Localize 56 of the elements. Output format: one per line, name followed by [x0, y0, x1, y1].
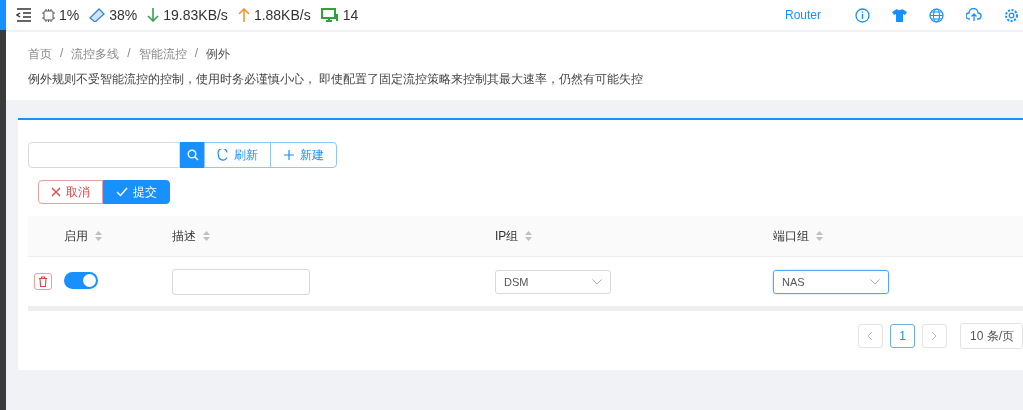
down-arrow-icon: [147, 8, 160, 22]
breadcrumb-item[interactable]: 流控多线: [71, 46, 120, 63]
stat-value: 1%: [59, 7, 80, 23]
breadcrumb-item: 例外: [206, 46, 231, 63]
chip-icon: [42, 8, 55, 22]
checkmark-icon: [116, 187, 128, 197]
globe-icon[interactable]: [929, 7, 944, 23]
column-header[interactable]: IP组: [495, 227, 519, 245]
breadcrumb-item[interactable]: 智能流控: [138, 46, 187, 63]
column-header[interactable]: 描述: [172, 227, 196, 245]
sort-icon[interactable]: [95, 231, 102, 241]
stat-value: 19.83KB/s: [163, 7, 228, 23]
column-header[interactable]: 端口组: [773, 227, 809, 245]
router-link[interactable]: Router: [784, 8, 821, 22]
cancel-button[interactable]: 取消: [38, 180, 103, 204]
menu-icon[interactable]: [16, 8, 32, 22]
search-button[interactable]: [180, 142, 205, 168]
stat-value: 14: [342, 7, 359, 23]
plus-icon: [283, 149, 295, 161]
memory-stick-icon: [89, 8, 106, 22]
info-icon[interactable]: [855, 7, 870, 23]
stat-value: 1.88KB/s: [253, 7, 311, 23]
port-group-dropdown[interactable]: NAS: [773, 269, 889, 294]
stat-value: 38%: [109, 7, 138, 23]
up-arrow-icon: [237, 8, 250, 22]
new-button[interactable]: 新建: [270, 142, 337, 168]
page-number-button[interactable]: 1: [890, 324, 915, 348]
description-field[interactable]: [172, 268, 310, 295]
chevron-right-icon: [931, 331, 938, 341]
toggle-switch[interactable]: [64, 271, 98, 289]
close-icon: [51, 187, 61, 197]
search-field[interactable]: [28, 142, 180, 168]
delete-button[interactable]: [34, 273, 52, 290]
chevron-down-icon: [592, 278, 602, 285]
submit-button[interactable]: 提交: [103, 180, 170, 204]
search-icon: [186, 149, 199, 161]
sort-icon[interactable]: [203, 231, 210, 241]
page-description: 例外规则不受智能流控的控制，使用时务必谨慎小心， 即使配置了固定流控策略来控制其最大速率，仍然有可能失控: [28, 71, 645, 88]
monitor-icon: [320, 8, 339, 22]
chevron-down-icon: [870, 278, 880, 285]
breadcrumb-separator: /: [127, 46, 131, 62]
settings-icon[interactable]: [1004, 7, 1019, 23]
sort-icon[interactable]: [525, 231, 533, 241]
refresh-icon: [217, 149, 229, 161]
breadcrumb-separator: /: [60, 46, 64, 62]
column-header[interactable]: 启用: [64, 227, 88, 245]
cloud-upload-icon[interactable]: [966, 8, 982, 22]
sort-icon[interactable]: [816, 231, 823, 241]
chevron-left-icon: [867, 331, 874, 341]
refresh-button[interactable]: 刷新: [204, 142, 271, 168]
breadcrumb-item[interactable]: 首页: [28, 46, 52, 63]
trash-icon: [38, 276, 48, 287]
shirt-icon[interactable]: [892, 8, 907, 22]
page-size-dropdown[interactable]: 10 条/页: [960, 323, 1023, 349]
ip-group-dropdown[interactable]: DSM: [495, 269, 611, 294]
breadcrumb-separator: /: [194, 46, 199, 62]
